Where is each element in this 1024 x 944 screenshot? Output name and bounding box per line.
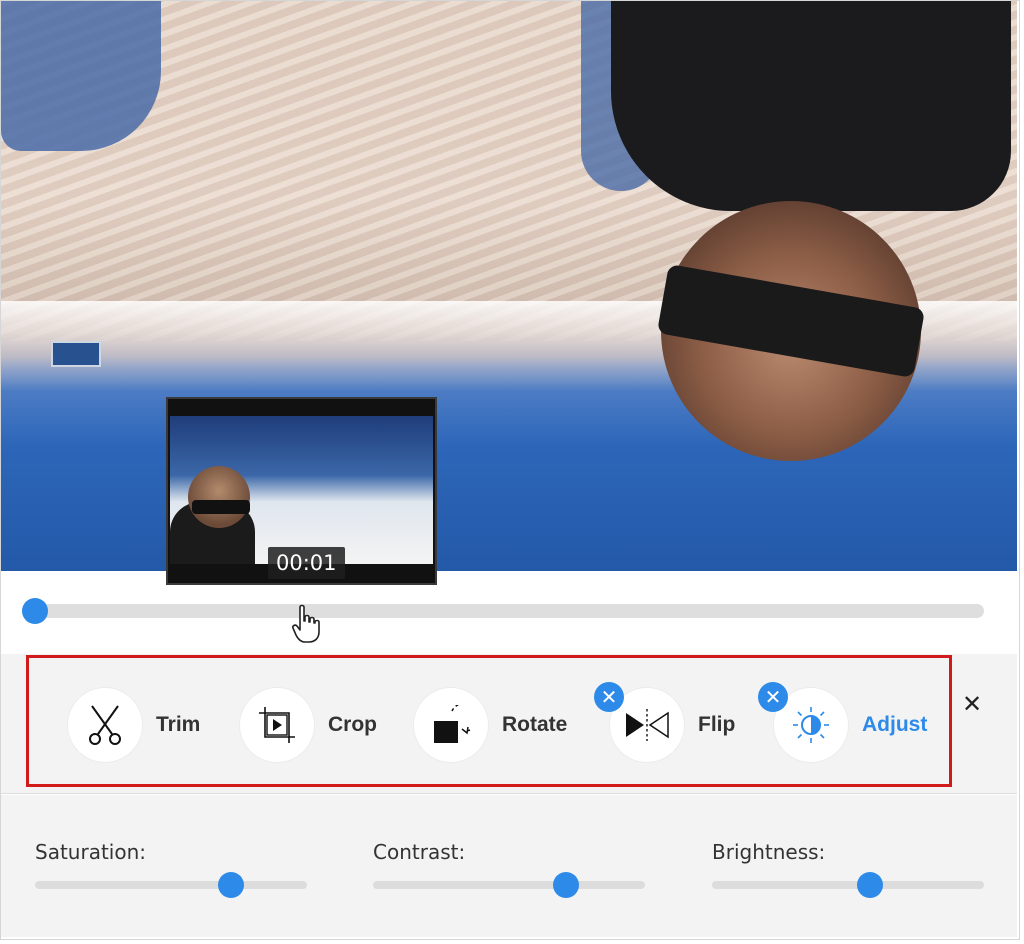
hand-cursor-icon [292, 604, 320, 643]
tool-rotate[interactable]: Rotate [414, 688, 567, 762]
skier-body [611, 1, 1011, 211]
contrast-slider[interactable] [373, 872, 645, 898]
flip-icon [626, 709, 669, 741]
rotate-button-circle[interactable] [414, 688, 488, 762]
adjust-panel [1, 795, 1017, 937]
trim-button-circle[interactable] [68, 688, 142, 762]
thumb-skier-helmet [188, 466, 250, 528]
tool-label: Adjust [862, 713, 928, 736]
seek-slider[interactable] [22, 598, 984, 624]
saturation-label: Saturation: [35, 840, 146, 864]
crop-icon [259, 707, 295, 743]
tool-crop[interactable]: Crop [240, 688, 377, 762]
preview-timestamp: 00:01 [268, 547, 345, 579]
thumbnail-image [170, 416, 433, 564]
scissors-icon [89, 705, 121, 745]
saturation-slider[interactable] [35, 872, 307, 898]
video-frame[interactable] [1, 1, 1017, 571]
tool-label: Rotate [502, 713, 568, 736]
contrast-label: Contrast: [373, 840, 466, 864]
ski-sign [51, 341, 101, 367]
tool-trim[interactable]: Trim [68, 688, 200, 762]
brightness-knob[interactable] [856, 872, 883, 898]
tool-flip[interactable]: ✕ Flip [594, 682, 736, 762]
brightness-label: Brightness: [712, 840, 826, 864]
crop-button-circle[interactable] [240, 688, 314, 762]
preview-thumbnail: 00:01 [166, 397, 437, 585]
remove-flip-badge-icon[interactable]: ✕ [594, 682, 624, 712]
brightness-slider[interactable] [712, 872, 984, 898]
brightness-icon [793, 707, 829, 743]
rotate-icon [434, 705, 472, 743]
thumb-skier-goggles [192, 500, 250, 514]
seek-knob[interactable] [22, 598, 48, 624]
tool-label: Crop [328, 713, 377, 736]
tool-adjust[interactable]: ✕ Adjust [758, 682, 928, 762]
saturation-knob[interactable] [217, 872, 244, 898]
tool-label: Trim [156, 713, 201, 736]
close-icon[interactable]: ✕ [960, 690, 984, 718]
contrast-knob[interactable] [553, 872, 580, 898]
tool-label: Flip [698, 713, 736, 736]
remove-adjust-badge-icon[interactable]: ✕ [758, 682, 788, 712]
